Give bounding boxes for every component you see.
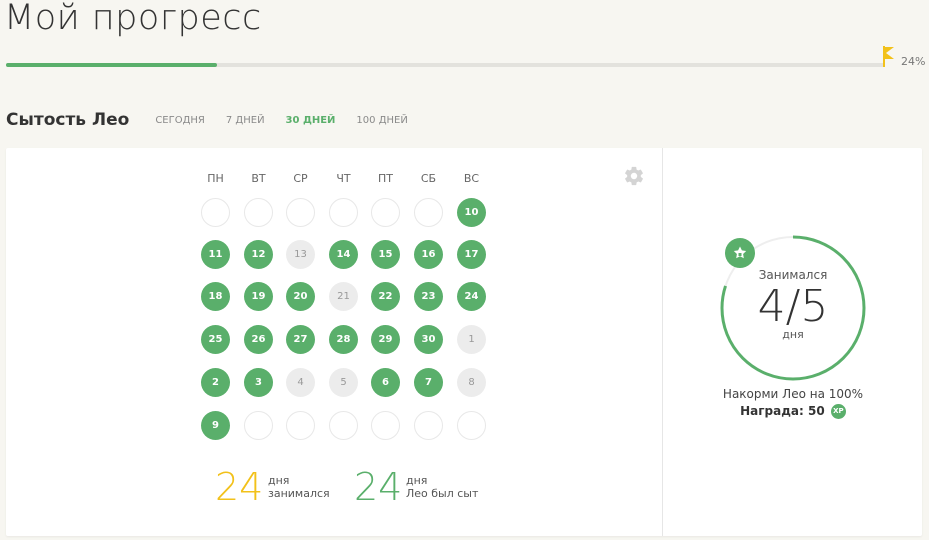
calendar-day-done: 28 <box>329 325 358 354</box>
weekday-label: ПТ <box>378 172 393 185</box>
calendar-day-done: 30 <box>414 325 443 354</box>
calendar-day-missed: 21 <box>329 282 358 311</box>
reward-line: Награда: 50 XP <box>686 404 900 419</box>
fed-days-unit: дня <box>406 474 428 487</box>
calendar-day-done: 29 <box>371 325 400 354</box>
goal-description: Накорми Лео на 100% <box>722 387 864 401</box>
calendar-day-empty <box>329 198 358 227</box>
gear-icon[interactable] <box>623 165 645 187</box>
calendar-day-done: 25 <box>201 325 230 354</box>
calendar-day-missed: 5 <box>329 368 358 397</box>
overall-progress-bar <box>6 63 885 67</box>
studied-days-label: занимался <box>268 487 330 500</box>
page-title: Мой прогресс <box>4 0 262 38</box>
calendar-day-done: 27 <box>286 325 315 354</box>
tab-30-days[interactable]: 30 ДНЕЙ <box>286 115 336 126</box>
calendar-day-done: 23 <box>414 282 443 311</box>
calendar-day-empty <box>457 411 486 440</box>
calendar-day-empty <box>244 411 273 440</box>
calendar-day-done: 15 <box>371 240 400 269</box>
calendar-day-empty <box>414 198 443 227</box>
weekday-label: ЧТ <box>336 172 351 185</box>
calendar-day-missed: 13 <box>286 240 315 269</box>
weekday-label: СБ <box>420 172 437 185</box>
section-title: Сытость Лео <box>6 110 130 130</box>
studied-days-count: 24 <box>215 465 264 509</box>
card-divider <box>662 148 663 536</box>
goal-top-label: Занимался <box>758 268 828 282</box>
calendar-day-empty <box>286 198 315 227</box>
xp-badge: XP <box>830 404 846 419</box>
calendar-day-done: 9 <box>201 411 230 440</box>
section-header: Сытость Лео СЕГОДНЯ 7 ДНЕЙ 30 ДНЕЙ 100 Д… <box>6 108 429 132</box>
weekday-label: СР <box>293 172 308 185</box>
calendar-day-done: 2 <box>201 368 230 397</box>
tab-today[interactable]: СЕГОДНЯ <box>155 115 205 126</box>
goal-unit: дня <box>782 328 804 341</box>
calendar-day-empty <box>244 198 273 227</box>
calendar-day-empty <box>414 411 443 440</box>
calendar-day-missed: 1 <box>457 325 486 354</box>
calendar-day-done: 20 <box>286 282 315 311</box>
calendar-day-empty <box>371 411 400 440</box>
calendar-day-done: 17 <box>457 240 486 269</box>
calendar-day-empty <box>286 411 315 440</box>
goal-value: 4/5 <box>757 281 829 332</box>
star-badge-icon <box>725 238 755 268</box>
fed-days-count: 24 <box>354 465 403 509</box>
progress-percent: 24% <box>901 55 926 68</box>
calendar-day-done: 3 <box>244 368 273 397</box>
calendar-day-done: 16 <box>414 240 443 269</box>
tab-7-days[interactable]: 7 ДНЕЙ <box>226 115 265 126</box>
tab-100-days[interactable]: 100 ДНЕЙ <box>356 115 407 126</box>
studied-days-unit: дня <box>268 474 290 487</box>
weekday-label: ПН <box>207 172 224 185</box>
calendar-day-done: 14 <box>329 240 358 269</box>
progress-card: ПН ВТ СР ЧТ ПТ СБ ВС 10 11 12 13 14 15 16 17 18 19 20 21 2… <box>6 148 922 536</box>
reward-label: Награда: 50 <box>740 404 825 418</box>
calendar-day-done: 7 <box>414 368 443 397</box>
calendar-day-missed: 8 <box>457 368 486 397</box>
calendar-day-done: 18 <box>201 282 230 311</box>
calendar-day-empty <box>329 411 358 440</box>
flag-icon <box>882 46 896 68</box>
calendar-day-done: 26 <box>244 325 273 354</box>
calendar-day-empty <box>371 198 400 227</box>
overall-progress-fill <box>6 63 217 67</box>
calendar-day-done: 11 <box>201 240 230 269</box>
calendar-day-done: 24 <box>457 282 486 311</box>
calendar-day-done: 19 <box>244 282 273 311</box>
weekday-label: ВТ <box>251 172 266 185</box>
fed-days-label: Лео был сыт <box>406 487 479 500</box>
calendar-day-empty <box>201 198 230 227</box>
weekday-label: ВС <box>463 172 480 185</box>
calendar-day-missed: 4 <box>286 368 315 397</box>
calendar-day-done: 22 <box>371 282 400 311</box>
calendar-day-done: 10 <box>457 198 486 227</box>
calendar-day-done: 12 <box>244 240 273 269</box>
calendar-day-done: 6 <box>371 368 400 397</box>
